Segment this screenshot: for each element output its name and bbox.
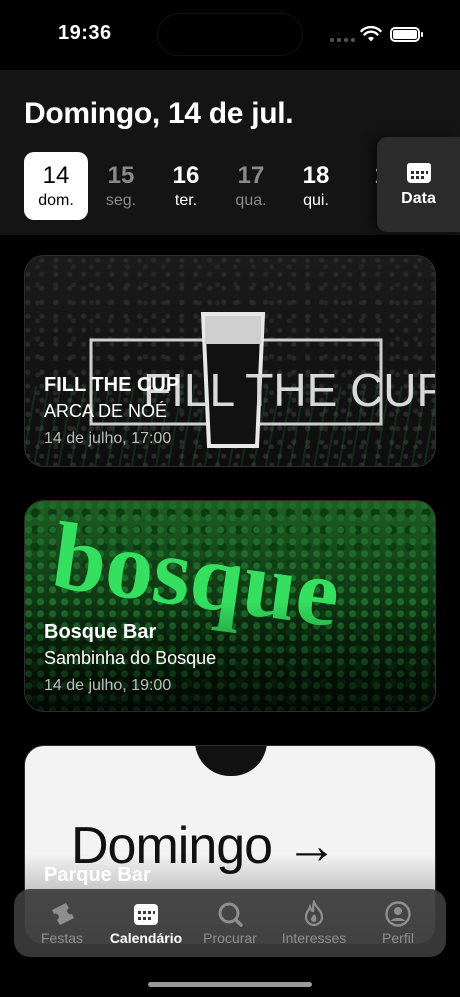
day-selector: 14 dom. 15 seg. 16 ter. 17 qua. 18 qui. … [24, 152, 414, 220]
event-venue: Sambinha do Bosque [44, 648, 217, 668]
status-bar: 19:36 [0, 0, 460, 70]
tab-label: Procurar [203, 930, 257, 946]
tab-calendario[interactable]: Calendário [104, 900, 188, 946]
tab-interesses[interactable]: Interesses [272, 900, 356, 946]
day-chip-14[interactable]: 14 dom. [24, 152, 88, 220]
event-datetime: 14 de julho, 17:00 [44, 430, 172, 447]
day-weekday: qua. [235, 192, 267, 209]
page-title: Domingo, 14 de jul. [24, 97, 294, 130]
wifi-icon [360, 25, 382, 42]
event-venue: ARCA DE NOÉ [44, 401, 168, 421]
dynamic-island [157, 13, 303, 56]
battery-icon [390, 27, 423, 42]
day-chip-18[interactable]: 18 qui. [284, 152, 348, 220]
status-time: 19:36 [58, 22, 112, 44]
date-picker-button[interactable]: Data [377, 137, 460, 232]
day-chip-15[interactable]: 15 seg. [89, 152, 153, 220]
event-card[interactable]: FILL THE CUP FILL THE CUP ARCA DE NOÉ 14… [24, 255, 436, 467]
tab-perfil[interactable]: Perfil [356, 900, 440, 946]
day-number: 17 [237, 162, 265, 189]
tab-label: Calendário [109, 930, 183, 946]
event-name: Parque Bar [44, 864, 151, 886]
event-name: FILL THE CUP [44, 374, 180, 396]
card-image-shape [195, 746, 267, 776]
day-chip-16[interactable]: 16 ter. [154, 152, 218, 220]
day-number: 18 [302, 162, 330, 189]
day-weekday: dom. [38, 192, 74, 209]
flame-icon [304, 900, 324, 927]
day-number: 16 [172, 162, 200, 189]
calendar-icon [406, 162, 431, 183]
day-number: 14 [42, 162, 70, 189]
tab-festas[interactable]: Festas [20, 900, 104, 946]
event-card[interactable]: bosque Bosque Bar Sambinha do Bosque 14 … [24, 500, 436, 712]
tab-label: Interesses [281, 930, 347, 946]
day-weekday: seg. [105, 192, 137, 209]
tab-bar: Festas Calendário Procurar Interesses Pe… [14, 889, 446, 957]
calendar-header: Domingo, 14 de jul. 14 dom. 15 seg. 16 t… [0, 70, 460, 235]
event-name: Bosque Bar [44, 621, 157, 643]
ticket-icon [52, 903, 74, 925]
person-icon [385, 901, 411, 927]
tab-label: Perfil [382, 930, 414, 946]
svg-text:FILL THE CUP: FILL THE CUP [143, 364, 436, 416]
cellular-signal-icon [330, 38, 355, 42]
event-info: FILL THE CUP ARCA DE NOÉ 14 de julho, 17… [44, 374, 179, 448]
date-button-label: Data [401, 189, 436, 207]
search-icon [218, 902, 243, 927]
calendar-icon [134, 904, 158, 925]
day-chip-17[interactable]: 17 qua. [219, 152, 283, 220]
event-info: Bosque Bar Sambinha do Bosque 14 de julh… [44, 621, 216, 695]
tab-procurar[interactable]: Procurar [188, 900, 272, 946]
day-number: 15 [107, 162, 135, 189]
day-weekday: ter. [174, 192, 198, 209]
tab-label: Festas [40, 930, 83, 946]
event-info: Parque Bar [44, 864, 151, 887]
home-indicator[interactable] [148, 982, 312, 987]
day-weekday: qui. [303, 192, 329, 209]
event-datetime: 14 de julho, 19:00 [44, 677, 172, 694]
